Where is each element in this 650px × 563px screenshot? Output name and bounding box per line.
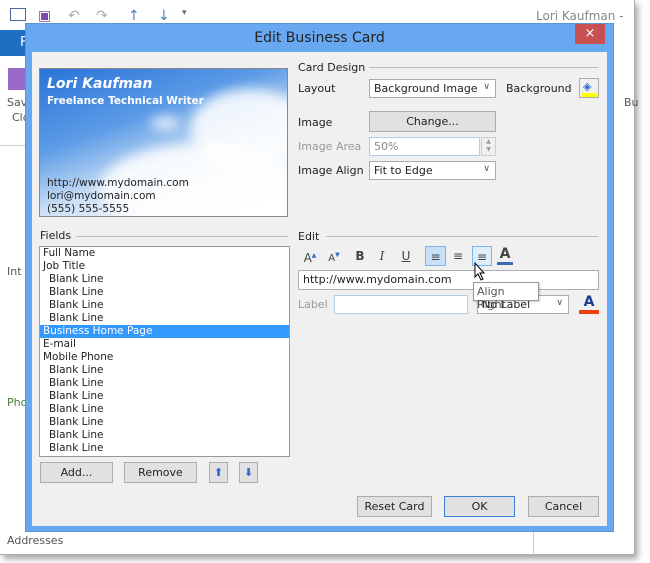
image-area-spinner[interactable]: ▲ ▼ <box>481 137 496 156</box>
label-label: Label <box>298 298 328 311</box>
dialog-title: Edit Business Card <box>254 30 385 46</box>
close-button[interactable]: × <box>575 24 605 44</box>
edit-label: Edit <box>298 230 320 243</box>
field-list-item[interactable]: Blank Line <box>40 455 289 456</box>
addresses-label: Addresses <box>7 534 64 547</box>
field-list-item[interactable]: Blank Line <box>40 273 289 286</box>
image-label: Image <box>298 116 333 129</box>
align-left-icon: ≡ <box>430 250 441 264</box>
shrink-font-icon: A▼ <box>328 252 340 265</box>
field-list-item[interactable]: Full Name <box>40 247 289 260</box>
field-list-item[interactable]: Blank Line <box>40 299 289 312</box>
field-list-item[interactable]: Mobile Phone <box>40 351 289 364</box>
field-list-item[interactable]: Blank Line <box>40 429 289 442</box>
image-area-input[interactable]: 50% <box>369 137 480 156</box>
layout-select[interactable]: Background Image ∨ <box>369 79 496 98</box>
field-text-input[interactable]: http://www.mydomain.com <box>298 270 599 290</box>
decrease-font-size-button[interactable]: A▼ <box>324 246 344 266</box>
divider <box>369 67 598 68</box>
contact-icon <box>10 8 26 21</box>
chevron-down-icon: ∨ <box>556 298 563 308</box>
align-center-icon: ≡ <box>452 249 464 263</box>
field-list-item[interactable]: Blank Line <box>40 364 289 377</box>
customize-toolbar-icon[interactable]: ▾ <box>182 8 187 18</box>
divider <box>0 145 25 146</box>
align-center-button[interactable]: ≡ <box>448 246 468 266</box>
tooltip: Align Right <box>473 282 539 311</box>
internet-label: Int <box>7 265 22 278</box>
undo-icon[interactable]: ↶ <box>68 8 80 24</box>
card-design-label: Card Design <box>298 61 366 74</box>
divider <box>326 236 598 237</box>
image-align-label: Image Align <box>298 164 364 177</box>
field-list-item[interactable]: Blank Line <box>40 390 289 403</box>
card-name: Lori Kaufman <box>47 76 153 92</box>
background-color-button[interactable]: ◈ <box>579 78 599 98</box>
remove-field-button[interactable]: Remove <box>124 462 197 483</box>
down-arrow-icon[interactable]: ↓ <box>158 8 170 24</box>
grow-font-icon: A▲ <box>303 251 317 265</box>
up-arrow-icon[interactable]: ↑ <box>128 8 140 24</box>
redo-icon[interactable]: ↷ <box>96 8 108 24</box>
card-preview: Lori Kaufman Freelance Technical Writer … <box>39 68 288 217</box>
arrow-up-icon: ⬆ <box>213 466 224 479</box>
paint-bucket-icon: ◈ <box>583 80 592 93</box>
layout-value: Background Image <box>374 82 478 95</box>
label-input[interactable] <box>334 295 468 314</box>
move-up-button[interactable]: ⬆ <box>209 462 228 483</box>
field-list-item[interactable]: Blank Line <box>40 286 289 299</box>
divider <box>76 236 288 237</box>
layout-label: Layout <box>298 82 336 95</box>
italic-button[interactable]: I <box>372 246 392 266</box>
chevron-down-icon: ∨ <box>483 164 490 174</box>
background-label: Background <box>506 82 572 95</box>
card-email: lori@mydomain.com <box>47 190 156 202</box>
save-close-icon <box>8 68 26 90</box>
underline-button[interactable]: U <box>396 246 416 266</box>
arrow-down-icon: ⬇ <box>243 466 254 479</box>
increase-font-size-button[interactable]: A▲ <box>300 246 320 266</box>
divider <box>533 532 534 555</box>
card-phone: (555) 555-5555 <box>47 203 130 215</box>
mouse-cursor-icon <box>474 262 486 281</box>
file-tab[interactable]: F <box>0 30 27 56</box>
fields-list[interactable]: Full Name Job Title Blank Line Blank Line Bl… <box>39 246 290 457</box>
image-align-select[interactable]: Fit to Edge ∨ <box>369 161 496 180</box>
chevron-down-icon: ∨ <box>483 82 490 92</box>
change-image-button[interactable]: Change... <box>369 111 496 132</box>
image-area-label: Image Area <box>298 140 362 153</box>
field-list-item[interactable]: E-mail <box>40 338 289 351</box>
save-icon[interactable]: ▣ <box>38 8 51 24</box>
font-color-button[interactable]: A <box>497 246 513 265</box>
card-job-title: Freelance Technical Writer <box>47 95 204 107</box>
align-left-button[interactable]: ≡ <box>425 246 446 266</box>
field-list-item[interactable]: Blank Line <box>40 377 289 390</box>
label-font-color-button[interactable]: A <box>579 294 599 314</box>
reset-card-button[interactable]: Reset Card <box>357 496 432 517</box>
ok-button[interactable]: OK <box>444 496 515 517</box>
fields-label: Fields <box>40 229 72 242</box>
field-list-item[interactable]: Blank Line <box>40 416 289 429</box>
field-list-item[interactable]: Blank Line <box>40 442 289 455</box>
ribbon-button-label[interactable]: Bu <box>624 96 639 109</box>
field-list-item[interactable]: Business Home Page <box>40 325 289 338</box>
add-field-button[interactable]: Add... <box>40 462 113 483</box>
field-list-item[interactable]: Job Title <box>40 260 289 273</box>
cancel-button[interactable]: Cancel <box>528 496 599 517</box>
card-website: http://www.mydomain.com <box>47 177 189 189</box>
field-list-item[interactable]: Blank Line <box>40 312 289 325</box>
field-list-item[interactable]: Blank Line <box>40 403 289 416</box>
bold-button[interactable]: B <box>350 246 370 266</box>
image-align-value: Fit to Edge <box>374 164 433 177</box>
move-down-button[interactable]: ⬇ <box>239 462 258 483</box>
